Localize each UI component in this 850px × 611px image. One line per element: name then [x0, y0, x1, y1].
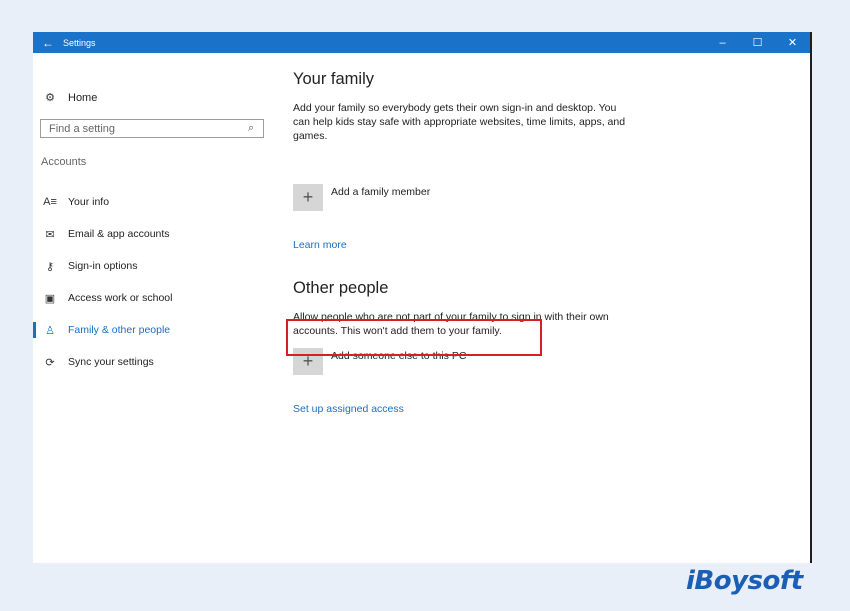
sidebar-item-email-accounts[interactable]: ✉ Email & app accounts — [33, 218, 278, 250]
add-family-member-label: Add a family member — [331, 186, 431, 198]
assigned-access-link[interactable]: Set up assigned access — [293, 403, 404, 415]
sidebar-item-label: Email & app accounts — [68, 228, 170, 240]
gear-icon: ⚙ — [45, 92, 55, 104]
minimize-button[interactable]: – — [705, 37, 740, 49]
search-input[interactable] — [40, 119, 264, 138]
sidebar-item-label: Access work or school — [68, 292, 173, 304]
main-content: Your family Add your family so everybody… — [293, 53, 810, 563]
people-icon: ♙ — [45, 324, 55, 337]
accounts-nav: A≡ Your info ✉ Email & app accounts ⚷ Si… — [33, 186, 278, 378]
your-family-description: Add your family so everybody gets their … — [293, 102, 626, 142]
sidebar-item-sign-in-options[interactable]: ⚷ Sign-in options — [33, 250, 278, 282]
key-icon: ⚷ — [45, 260, 55, 273]
home-nav-item[interactable]: ⚙ Home — [42, 91, 98, 105]
settings-window: ← Settings – ☐ ✕ ⚙ Home ⌕ Accounts A≡ Yo… — [33, 32, 812, 563]
sidebar-item-sync-settings[interactable]: ⟳ Sync your settings — [33, 346, 278, 378]
home-label: Home — [68, 91, 98, 104]
your-family-heading: Your family — [293, 70, 375, 88]
sidebar-item-label: Family & other people — [68, 324, 171, 336]
sidebar-item-label: Sync your settings — [68, 356, 154, 368]
briefcase-icon: ▣ — [44, 292, 56, 305]
sidebar-item-access-work[interactable]: ▣ Access work or school — [33, 282, 278, 314]
sidebar: ⚙ Home ⌕ Accounts A≡ Your info ✉ Email &… — [33, 53, 278, 563]
title-bar: ← Settings – ☐ ✕ — [33, 32, 810, 53]
search-icon[interactable]: ⌕ — [248, 122, 254, 135]
window-title: Settings — [63, 37, 96, 48]
sync-icon: ⟳ — [45, 356, 55, 369]
learn-more-link[interactable]: Learn more — [293, 239, 347, 251]
sidebar-item-your-info[interactable]: A≡ Your info — [33, 186, 278, 218]
back-arrow-icon[interactable]: ← — [33, 36, 63, 50]
add-family-member-button[interactable]: + Add a family member — [293, 184, 430, 211]
sidebar-item-family-other-people[interactable]: ♙ Family & other people — [33, 314, 278, 346]
section-label: Accounts — [41, 156, 87, 168]
maximize-button[interactable]: ☐ — [740, 36, 775, 49]
iboysoft-logo: iBoysoft — [686, 566, 803, 596]
active-indicator — [33, 322, 36, 338]
highlight-box — [286, 319, 542, 356]
other-people-heading: Other people — [293, 279, 389, 297]
close-button[interactable]: ✕ — [775, 36, 810, 49]
envelope-icon: ✉ — [45, 228, 55, 241]
person-card-icon: A≡ — [43, 196, 57, 208]
sidebar-item-label: Sign-in options — [68, 260, 138, 272]
plus-icon: + — [293, 184, 323, 211]
sidebar-item-label: Your info — [68, 196, 110, 208]
